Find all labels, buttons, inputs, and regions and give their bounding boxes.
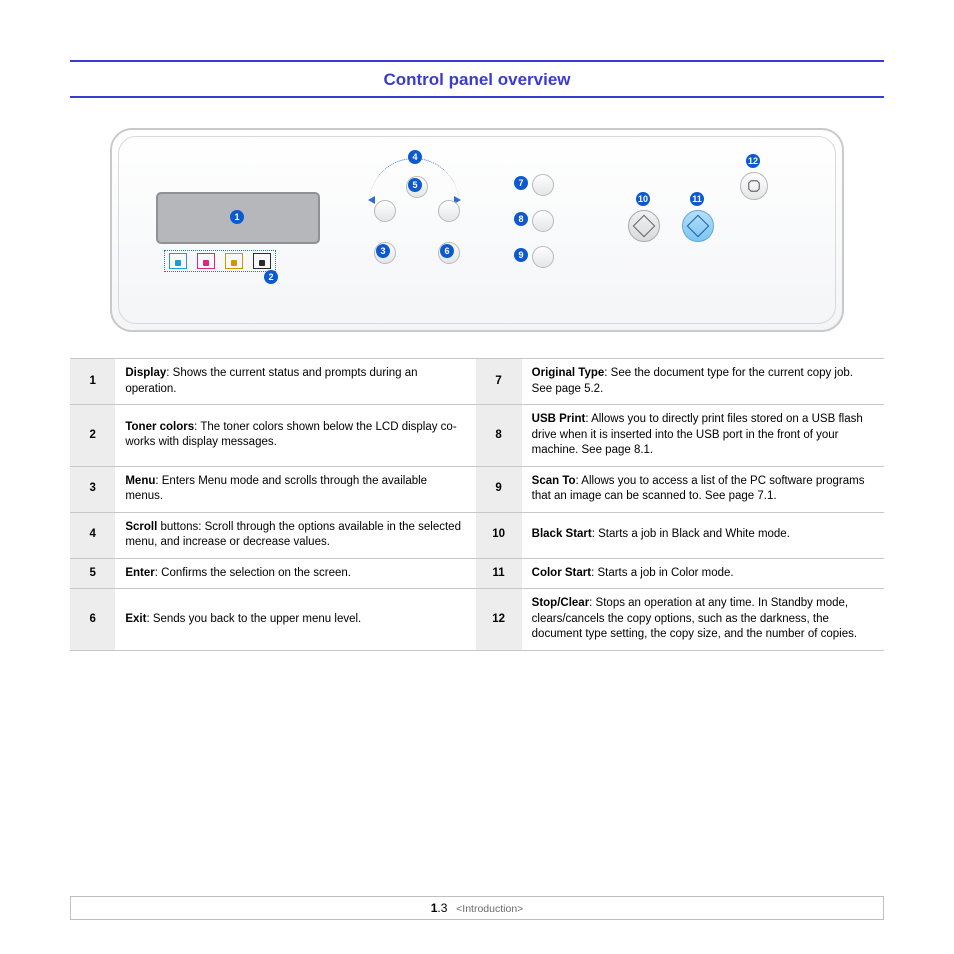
row-text: Display: Shows the current status and pr… — [115, 359, 475, 405]
description-table: 1 Display: Shows the current status and … — [70, 358, 884, 651]
footer-section: <Introduction> — [456, 903, 523, 915]
row-num: 7 — [476, 359, 522, 405]
callout-9: 9 — [514, 248, 528, 262]
scroll-right-button[interactable] — [438, 200, 460, 222]
page-footer: 1.3 <Introduction> — [70, 896, 884, 920]
callout-6: 6 — [440, 244, 454, 258]
toner-cyan-icon — [169, 253, 187, 269]
row-num: 1 — [70, 359, 115, 405]
callout-4: 4 — [408, 150, 422, 164]
toner-black-icon — [253, 253, 271, 269]
callout-10: 10 — [636, 192, 650, 206]
row-text: Original Type: See the document type for… — [522, 359, 884, 405]
page-title: Control panel overview — [70, 62, 884, 96]
callout-5: 5 — [408, 178, 422, 192]
callout-7: 7 — [514, 176, 528, 190]
scroll-left-button[interactable] — [374, 200, 396, 222]
usb-print-button[interactable] — [532, 210, 554, 232]
control-panel-illustration: 1 2 4 — [110, 128, 844, 332]
scan-to-button[interactable] — [532, 246, 554, 268]
callout-8: 8 — [514, 212, 528, 226]
toner-color-row — [164, 250, 276, 272]
original-type-button[interactable] — [532, 174, 554, 196]
callout-12: 12 — [746, 154, 760, 168]
toner-yellow-icon — [225, 253, 243, 269]
stop-clear-button[interactable] — [740, 172, 768, 200]
callout-3: 3 — [376, 244, 390, 258]
black-start-button[interactable] — [628, 210, 660, 242]
callout-2: 2 — [264, 270, 278, 284]
callout-11: 11 — [690, 192, 704, 206]
stop-icon — [747, 179, 761, 193]
toner-magenta-icon — [197, 253, 215, 269]
color-start-button[interactable] — [682, 210, 714, 242]
callout-1: 1 — [230, 210, 244, 224]
title-underline — [70, 96, 884, 98]
